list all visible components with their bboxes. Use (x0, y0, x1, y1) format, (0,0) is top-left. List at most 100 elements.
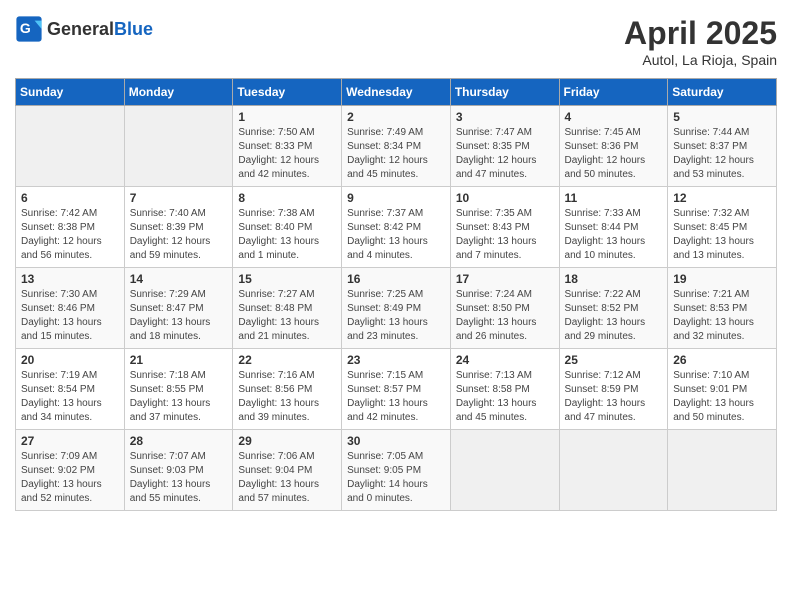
day-info: Sunrise: 7:24 AM Sunset: 8:50 PM Dayligh… (456, 288, 554, 344)
day-number: 15 (238, 272, 336, 286)
calendar-cell: 30 Sunrise: 7:05 AM Sunset: 9:05 PM Dayli… (342, 430, 451, 511)
day-number: 12 (673, 191, 771, 205)
day-number: 19 (673, 272, 771, 286)
day-number: 16 (347, 272, 445, 286)
day-number: 17 (456, 272, 554, 286)
calendar-cell: 17 Sunrise: 7:24 AM Sunset: 8:50 PM Dayli… (450, 268, 559, 349)
calendar-header-row: SundayMondayTuesdayWednesdayThursdayFrid… (16, 79, 777, 106)
day-info: Sunrise: 7:05 AM Sunset: 9:05 PM Dayligh… (347, 450, 445, 506)
day-number: 11 (565, 191, 663, 205)
day-number: 25 (565, 353, 663, 367)
day-info: Sunrise: 7:06 AM Sunset: 9:04 PM Dayligh… (238, 450, 336, 506)
calendar-header-cell: Sunday (16, 79, 125, 106)
calendar-week-row: 27 Sunrise: 7:09 AM Sunset: 9:02 PM Dayli… (16, 430, 777, 511)
calendar-cell (559, 430, 668, 511)
day-number: 28 (130, 434, 228, 448)
calendar-header-cell: Tuesday (233, 79, 342, 106)
day-info: Sunrise: 7:47 AM Sunset: 8:35 PM Dayligh… (456, 126, 554, 182)
day-info: Sunrise: 7:09 AM Sunset: 9:02 PM Dayligh… (21, 450, 119, 506)
day-info: Sunrise: 7:18 AM Sunset: 8:55 PM Dayligh… (130, 369, 228, 425)
calendar-cell: 10 Sunrise: 7:35 AM Sunset: 8:43 PM Dayli… (450, 187, 559, 268)
day-info: Sunrise: 7:45 AM Sunset: 8:36 PM Dayligh… (565, 126, 663, 182)
calendar-cell: 1 Sunrise: 7:50 AM Sunset: 8:33 PM Daylig… (233, 106, 342, 187)
calendar-cell: 19 Sunrise: 7:21 AM Sunset: 8:53 PM Dayli… (668, 268, 777, 349)
calendar-cell (16, 106, 125, 187)
svg-text:G: G (20, 20, 31, 36)
calendar-cell: 11 Sunrise: 7:33 AM Sunset: 8:44 PM Dayli… (559, 187, 668, 268)
day-number: 7 (130, 191, 228, 205)
calendar-cell: 27 Sunrise: 7:09 AM Sunset: 9:02 PM Dayli… (16, 430, 125, 511)
calendar-cell: 3 Sunrise: 7:47 AM Sunset: 8:35 PM Daylig… (450, 106, 559, 187)
day-number: 1 (238, 110, 336, 124)
calendar-body: 1 Sunrise: 7:50 AM Sunset: 8:33 PM Daylig… (16, 106, 777, 511)
day-info: Sunrise: 7:50 AM Sunset: 8:33 PM Dayligh… (238, 126, 336, 182)
title-area: April 2025 Autol, La Rioja, Spain (624, 15, 777, 68)
calendar-header-cell: Wednesday (342, 79, 451, 106)
day-info: Sunrise: 7:29 AM Sunset: 8:47 PM Dayligh… (130, 288, 228, 344)
calendar-cell: 23 Sunrise: 7:15 AM Sunset: 8:57 PM Dayli… (342, 349, 451, 430)
calendar-cell: 21 Sunrise: 7:18 AM Sunset: 8:55 PM Dayli… (124, 349, 233, 430)
calendar-cell (124, 106, 233, 187)
day-number: 3 (456, 110, 554, 124)
calendar-cell: 16Sunrise: 7:25 AM Sunset: 8:49 PM Dayli… (342, 268, 451, 349)
month-title: April 2025 (624, 15, 777, 52)
day-info: Sunrise: 7:40 AM Sunset: 8:39 PM Dayligh… (130, 207, 228, 263)
day-number: 5 (673, 110, 771, 124)
calendar-cell: 29Sunrise: 7:06 AM Sunset: 9:04 PM Dayli… (233, 430, 342, 511)
day-number: 8 (238, 191, 336, 205)
calendar-cell: 8 Sunrise: 7:38 AM Sunset: 8:40 PM Daylig… (233, 187, 342, 268)
logo-icon: G (15, 15, 43, 43)
day-number: 23 (347, 353, 445, 367)
day-info: Sunrise: 7:38 AM Sunset: 8:40 PM Dayligh… (238, 207, 336, 263)
calendar-cell: 26Sunrise: 7:10 AM Sunset: 9:01 PM Dayli… (668, 349, 777, 430)
day-number: 20 (21, 353, 119, 367)
day-number: 4 (565, 110, 663, 124)
day-info: Sunrise: 7:33 AM Sunset: 8:44 PM Dayligh… (565, 207, 663, 263)
calendar-cell: 6Sunrise: 7:42 AM Sunset: 8:38 PM Daylig… (16, 187, 125, 268)
location-title: Autol, La Rioja, Spain (624, 52, 777, 68)
calendar-cell: 13 Sunrise: 7:30 AM Sunset: 8:46 PM Dayli… (16, 268, 125, 349)
calendar-cell: 4 Sunrise: 7:45 AM Sunset: 8:36 PM Daylig… (559, 106, 668, 187)
calendar-cell: 5 Sunrise: 7:44 AM Sunset: 8:37 PM Daylig… (668, 106, 777, 187)
day-info: Sunrise: 7:27 AM Sunset: 8:48 PM Dayligh… (238, 288, 336, 344)
day-info: Sunrise: 7:15 AM Sunset: 8:57 PM Dayligh… (347, 369, 445, 425)
calendar-cell: 25 Sunrise: 7:12 AM Sunset: 8:59 PM Dayli… (559, 349, 668, 430)
day-info: Sunrise: 7:37 AM Sunset: 8:42 PM Dayligh… (347, 207, 445, 263)
logo: G GeneralBlue (15, 15, 153, 43)
day-info: Sunrise: 7:16 AM Sunset: 8:56 PM Dayligh… (238, 369, 336, 425)
logo-general: General (47, 19, 114, 39)
calendar-week-row: 6Sunrise: 7:42 AM Sunset: 8:38 PM Daylig… (16, 187, 777, 268)
day-number: 14 (130, 272, 228, 286)
day-number: 13 (21, 272, 119, 286)
day-info: Sunrise: 7:07 AM Sunset: 9:03 PM Dayligh… (130, 450, 228, 506)
calendar-cell: 18Sunrise: 7:22 AM Sunset: 8:52 PM Dayli… (559, 268, 668, 349)
calendar-cell: 20Sunrise: 7:19 AM Sunset: 8:54 PM Dayli… (16, 349, 125, 430)
day-number: 10 (456, 191, 554, 205)
day-info: Sunrise: 7:44 AM Sunset: 8:37 PM Dayligh… (673, 126, 771, 182)
calendar-week-row: 20Sunrise: 7:19 AM Sunset: 8:54 PM Dayli… (16, 349, 777, 430)
logo-blue: Blue (114, 19, 153, 39)
day-number: 30 (347, 434, 445, 448)
calendar-cell: 9Sunrise: 7:37 AM Sunset: 8:42 PM Daylig… (342, 187, 451, 268)
calendar-cell: 14 Sunrise: 7:29 AM Sunset: 8:47 PM Dayli… (124, 268, 233, 349)
calendar-header-cell: Friday (559, 79, 668, 106)
page-header: G GeneralBlue April 2025 Autol, La Rioja… (15, 15, 777, 68)
calendar-cell: 24Sunrise: 7:13 AM Sunset: 8:58 PM Dayli… (450, 349, 559, 430)
day-info: Sunrise: 7:12 AM Sunset: 8:59 PM Dayligh… (565, 369, 663, 425)
day-info: Sunrise: 7:35 AM Sunset: 8:43 PM Dayligh… (456, 207, 554, 263)
day-number: 27 (21, 434, 119, 448)
day-info: Sunrise: 7:13 AM Sunset: 8:58 PM Dayligh… (456, 369, 554, 425)
calendar-cell: 7 Sunrise: 7:40 AM Sunset: 8:39 PM Daylig… (124, 187, 233, 268)
calendar-week-row: 1 Sunrise: 7:50 AM Sunset: 8:33 PM Daylig… (16, 106, 777, 187)
day-info: Sunrise: 7:30 AM Sunset: 8:46 PM Dayligh… (21, 288, 119, 344)
calendar-week-row: 13 Sunrise: 7:30 AM Sunset: 8:46 PM Dayli… (16, 268, 777, 349)
day-info: Sunrise: 7:10 AM Sunset: 9:01 PM Dayligh… (673, 369, 771, 425)
day-info: Sunrise: 7:42 AM Sunset: 8:38 PM Dayligh… (21, 207, 119, 263)
calendar-header-cell: Thursday (450, 79, 559, 106)
day-info: Sunrise: 7:21 AM Sunset: 8:53 PM Dayligh… (673, 288, 771, 344)
day-number: 21 (130, 353, 228, 367)
day-number: 2 (347, 110, 445, 124)
day-info: Sunrise: 7:22 AM Sunset: 8:52 PM Dayligh… (565, 288, 663, 344)
calendar-cell: 12Sunrise: 7:32 AM Sunset: 8:45 PM Dayli… (668, 187, 777, 268)
calendar-cell (668, 430, 777, 511)
